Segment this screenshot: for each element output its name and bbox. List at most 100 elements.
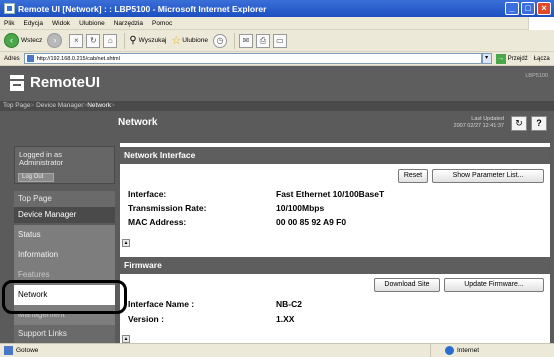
- security-zone: Internet: [430, 343, 480, 357]
- printer-logo-icon: [10, 75, 24, 91]
- version-value: 1.XX: [276, 314, 295, 324]
- interface-name-label: Interface Name :: [128, 299, 195, 309]
- back-label: Wstecz: [21, 37, 43, 44]
- address-label: Adres: [4, 55, 20, 62]
- transmission-rate-label: Transmission Rate:: [128, 203, 207, 213]
- forward-arrow-icon: ›: [47, 33, 63, 48]
- reset-button[interactable]: Reset: [398, 169, 428, 183]
- last-updated: Last Updated 2007 02/27 12:41:37: [454, 116, 504, 130]
- title-bar: Remote UI [Network] : : LBP5100 - Micros…: [0, 0, 554, 17]
- address-input[interactable]: http://192.168.0.215/cab/net.shtml: [23, 53, 482, 64]
- help-button[interactable]: ?: [531, 116, 547, 131]
- window-controls: _ □ ×: [505, 2, 551, 15]
- printer-model: LBP5100: [525, 73, 548, 79]
- update-firmware-button[interactable]: Update Firmware...: [444, 278, 544, 292]
- search-icon: ⚲: [129, 35, 137, 46]
- main-panel: Network Last Updated 2007 02/27 12:41:37…: [116, 111, 554, 343]
- breadcrumb: Top Page> Device Manager>Network>: [0, 101, 554, 111]
- network-interface-section: Reset Show Parameter List... Interface: …: [120, 164, 550, 254]
- login-line2: Administrator: [19, 158, 64, 167]
- breadcrumb-current: Network: [87, 102, 112, 109]
- close-button[interactable]: ×: [537, 2, 551, 15]
- scroll-to-top-icon-2[interactable]: ▲: [122, 335, 130, 343]
- transmission-rate-value: 10/100Mbps: [276, 203, 325, 213]
- edit-icon[interactable]: ▭: [272, 33, 287, 48]
- menu-tools[interactable]: Narzędzia: [114, 20, 143, 27]
- globe-icon: [445, 346, 454, 355]
- version-label: Version :: [128, 314, 164, 324]
- sidebar-item-support-links[interactable]: Support Links: [14, 325, 115, 343]
- last-updated-value: 2007 02/27 12:41:37: [453, 123, 504, 129]
- go-button[interactable]: → Przejdź: [495, 53, 528, 64]
- menu-help[interactable]: Pomoc: [152, 20, 172, 27]
- page-icon: [26, 55, 34, 62]
- sidebar-item-status[interactable]: Status: [14, 225, 115, 245]
- search-label: Wyszukaj: [138, 37, 167, 44]
- last-updated-label: Last Updated: [471, 116, 504, 122]
- sidebar-item-top-page[interactable]: Top Page: [14, 191, 115, 207]
- status-done-label: Gotowe: [16, 347, 39, 354]
- favorites-button[interactable]: ☆ Ulubione: [171, 34, 208, 47]
- address-bar: Adres http://192.168.0.215/cab/net.shtml…: [0, 52, 554, 66]
- toolbar-separator: [233, 32, 235, 49]
- menu-file[interactable]: Plik: [4, 20, 14, 27]
- login-box: Logged in as Administrator Log Out: [14, 146, 115, 184]
- breadcrumb-top[interactable]: Top Page: [3, 102, 30, 109]
- go-label: Przejdź: [507, 55, 528, 62]
- favorites-label: Ulubione: [182, 37, 208, 44]
- remoteui-banner: RemoteUI LBP5100: [0, 66, 554, 101]
- mail-icon[interactable]: ✉: [238, 33, 253, 48]
- main-content: Network Interface Reset Show Parameter L…: [120, 143, 550, 343]
- network-interface-header: Network Interface: [120, 147, 550, 164]
- zone-label: Internet: [457, 347, 480, 354]
- network-highlight-callout: [2, 280, 127, 314]
- mac-address-label: MAC Address:: [128, 217, 187, 227]
- status-bar: Gotowe Internet: [0, 343, 554, 357]
- star-icon: ☆: [171, 35, 182, 47]
- windows-logo: [528, 17, 554, 30]
- page-title: Network: [118, 117, 158, 128]
- toolbar: ‹ Wstecz › × ↻ ⌂ ⚲ Wyszukaj ☆ Ulubione ◷…: [0, 30, 554, 52]
- scroll-to-top-icon[interactable]: ▲: [122, 239, 130, 247]
- back-button[interactable]: ‹ Wstecz: [4, 33, 42, 48]
- refresh-page-button[interactable]: ↻: [511, 116, 527, 131]
- window-title: Remote UI [Network] : : LBP5100 - Micros…: [18, 3, 267, 14]
- refresh-icon[interactable]: ↻: [86, 33, 101, 48]
- stop-icon[interactable]: ×: [69, 33, 84, 48]
- logout-button[interactable]: Log Out: [18, 173, 54, 182]
- main-title-row: Network Last Updated 2007 02/27 12:41:37…: [116, 111, 554, 143]
- firmware-section: Download Site Update Firmware... Interfa…: [120, 274, 550, 343]
- menu-view[interactable]: Widok: [52, 20, 70, 27]
- history-icon[interactable]: ◷: [212, 33, 227, 48]
- sidebar-item-device-manager[interactable]: Device Manager: [14, 207, 115, 223]
- interface-label: Interface:: [128, 189, 167, 199]
- address-url: http://192.168.0.215/cab/net.shtml: [36, 55, 120, 62]
- minimize-button[interactable]: _: [505, 2, 519, 15]
- menu-edit[interactable]: Edycja: [23, 20, 43, 27]
- search-button[interactable]: ⚲ Wyszukaj: [129, 35, 166, 46]
- forward-button[interactable]: ›: [47, 33, 64, 48]
- go-arrow-icon: →: [495, 53, 506, 64]
- ie-app-icon: [4, 3, 15, 14]
- address-dropdown[interactable]: ▾: [481, 53, 492, 64]
- sidebar-item-information[interactable]: Information: [14, 245, 115, 265]
- firmware-header: Firmware: [120, 257, 550, 274]
- menu-bar: Plik Edycja Widok Ulubione Narzędzia Pom…: [0, 17, 554, 30]
- toolbar-separator: [124, 32, 126, 49]
- interface-name-value: NB-C2: [276, 299, 302, 309]
- login-text: Logged in as Administrator: [19, 151, 63, 167]
- home-icon[interactable]: ⌂: [103, 33, 118, 48]
- show-parameter-list-button[interactable]: Show Parameter List...: [432, 169, 544, 183]
- maximize-button[interactable]: □: [521, 2, 535, 15]
- remoteui-logo: RemoteUI: [30, 74, 101, 91]
- links-label[interactable]: Łącza: [534, 56, 550, 62]
- print-icon[interactable]: ⎙: [255, 33, 270, 48]
- status-done: Gotowe: [0, 346, 430, 355]
- mac-address-value: 00 00 85 92 A9 F0: [276, 217, 347, 227]
- interface-value: Fast Ethernet 10/100BaseT: [276, 189, 385, 199]
- download-site-button[interactable]: Download Site: [374, 278, 440, 292]
- back-arrow-icon: ‹: [4, 33, 19, 48]
- sidebar-header: [0, 111, 116, 143]
- menu-favorites[interactable]: Ulubione: [79, 20, 105, 27]
- breadcrumb-device-manager[interactable]: Device Manager: [36, 102, 83, 109]
